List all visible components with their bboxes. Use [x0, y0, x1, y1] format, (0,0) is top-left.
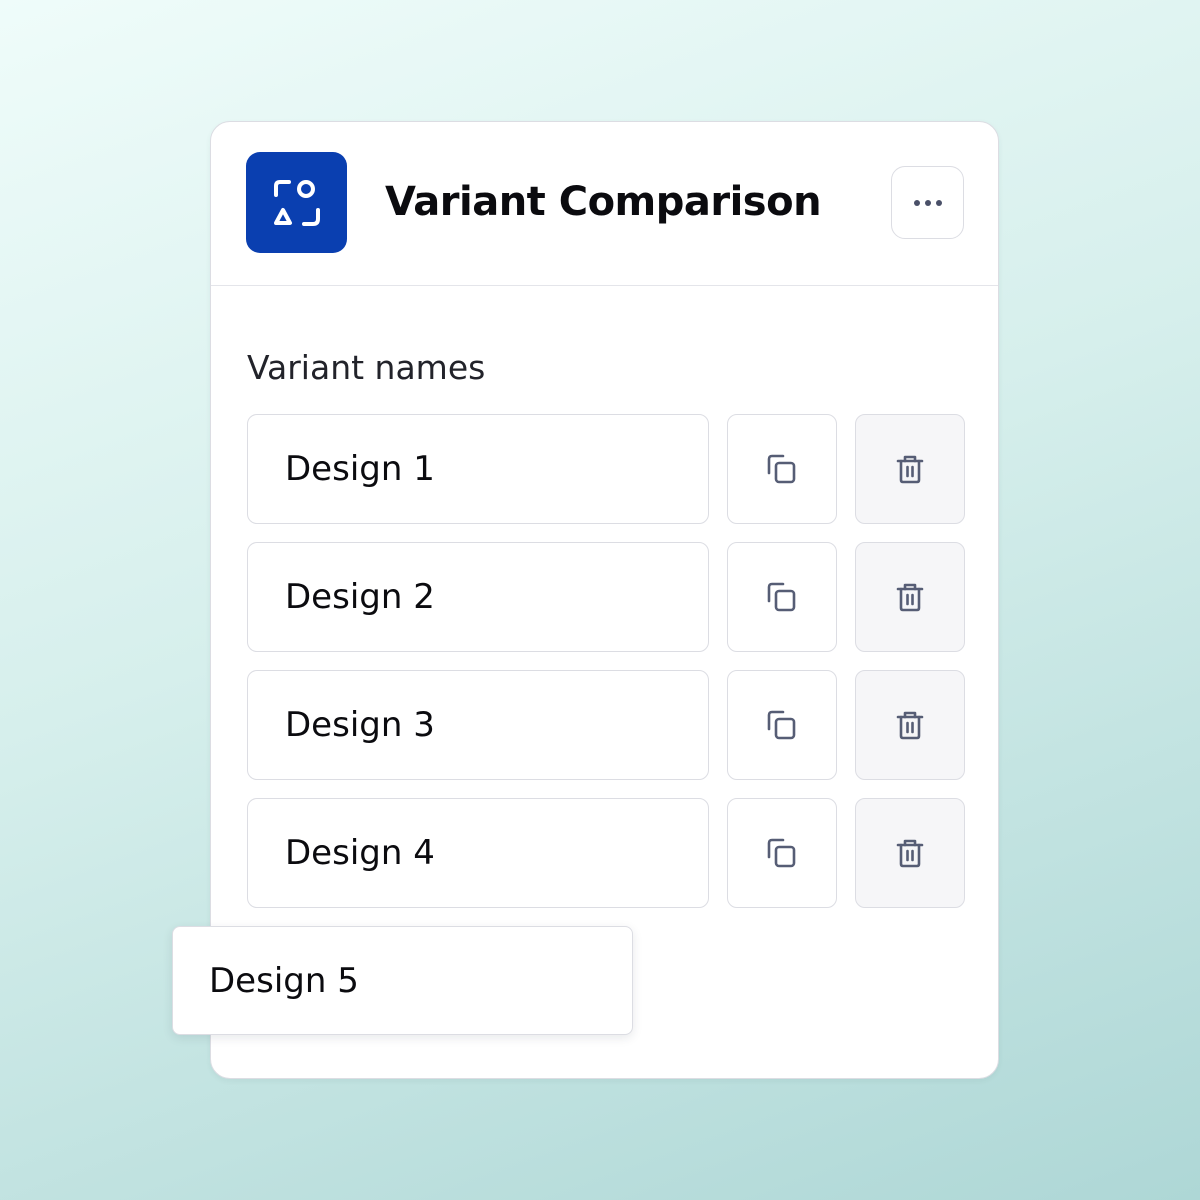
trash-icon: [896, 583, 924, 612]
variant-name-field[interactable]: Design 1: [247, 414, 709, 524]
variant-row: Design 1: [247, 414, 965, 524]
copy-icon: [767, 582, 796, 612]
copy-icon: [767, 454, 796, 484]
more-horizontal-icon: [913, 199, 942, 206]
variant-row: Design 2: [247, 542, 965, 652]
trash-icon: [896, 839, 924, 868]
duplicate-variant-button[interactable]: [727, 542, 837, 652]
trash-icon: [896, 711, 924, 740]
duplicate-variant-button[interactable]: [727, 798, 837, 908]
variant-name-field[interactable]: Design 3: [247, 670, 709, 780]
duplicate-variant-button[interactable]: [727, 414, 837, 524]
shapes-icon: [273, 179, 320, 226]
copy-icon: [767, 710, 796, 740]
variant-name-field[interactable]: Design 2: [247, 542, 709, 652]
dragged-variant-item[interactable]: Design 5: [172, 926, 633, 1035]
more-options-button[interactable]: [891, 166, 964, 239]
copy-icon: [767, 838, 796, 868]
trash-icon: [896, 455, 924, 484]
delete-variant-button[interactable]: [855, 414, 965, 524]
page-title: Variant Comparison: [385, 179, 822, 225]
variant-row: Design 4: [247, 798, 965, 908]
delete-variant-button[interactable]: [855, 670, 965, 780]
variant-names-label: Variant names: [247, 348, 486, 387]
app-icon: [246, 152, 347, 253]
delete-variant-button[interactable]: [855, 542, 965, 652]
variant-row: Design 3: [247, 670, 965, 780]
duplicate-variant-button[interactable]: [727, 670, 837, 780]
delete-variant-button[interactable]: [855, 798, 965, 908]
variant-name-field[interactable]: Design 4: [247, 798, 709, 908]
card-header: Variant Comparison: [211, 122, 998, 286]
